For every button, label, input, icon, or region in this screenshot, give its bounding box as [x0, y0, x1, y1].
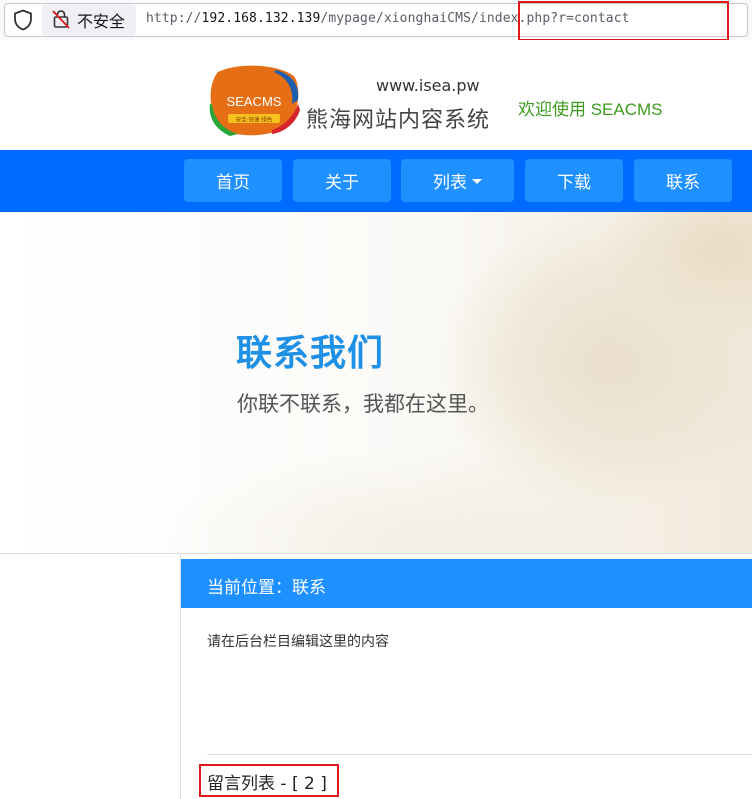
nav-contact-label: 联系 [666, 173, 700, 193]
insecure-lock-icon [52, 10, 70, 29]
message-annotation-box [199, 764, 339, 797]
nav-about-label: 关于 [325, 173, 359, 193]
security-label: 不安全 [77, 12, 126, 31]
hero-title: 联系我们 [236, 333, 385, 374]
site-name: 熊海网站内容系统 [306, 108, 491, 133]
browser-toolbar: 不安全 http://192.168.132.139/mypage/xiongh… [0, 0, 752, 41]
url-annotation-box [518, 1, 729, 41]
content-panel: 当前位置：联系 请在后台栏目编辑这里的内容 留言列表 - [ 2 ] [180, 554, 752, 799]
welcome-text: 欢迎使用 SEACMS [518, 100, 663, 119]
site-header: SEACMS 安全·快速·绿色 www.isea.pw 熊海网站内容系统 欢迎使… [0, 40, 752, 150]
nav-download[interactable]: 下载 [525, 159, 623, 202]
page-body-text: 请在后台栏目编辑这里的内容 [207, 634, 389, 650]
logo-tagline: 安全·快速·绿色 [236, 116, 273, 124]
nav-list-label: 列表 [433, 173, 467, 193]
section-divider [207, 754, 752, 755]
logo-text: SEACMS [227, 94, 282, 109]
breadcrumb: 当前位置：联系 [207, 578, 326, 598]
hero-subtitle: 你联不联系，我都在这里。 [237, 392, 489, 416]
nav-list-dropdown[interactable]: 列表 [401, 159, 514, 202]
caret-down-icon [472, 179, 482, 184]
nav-home-label: 首页 [216, 173, 250, 193]
nav-home[interactable]: 首页 [184, 159, 282, 202]
url-host: 192.168.132.139 [201, 11, 321, 26]
nav-contact[interactable]: 联系 [634, 159, 732, 202]
breadcrumb-bar: 当前位置：联系 [181, 559, 752, 608]
seacms-logo[interactable]: SEACMS 安全·快速·绿色 [208, 64, 300, 136]
url-scheme: http:// [146, 11, 202, 26]
nav-about[interactable]: 关于 [293, 159, 391, 202]
shield-icon[interactable] [13, 9, 33, 31]
logo-url-text: www.isea.pw [376, 76, 480, 95]
hero-banner: 联系我们 你联不联系，我都在这里。 [0, 212, 752, 554]
main-nav: 首页 关于 列表 下载 联系 [0, 150, 752, 212]
nav-download-label: 下载 [557, 173, 591, 193]
